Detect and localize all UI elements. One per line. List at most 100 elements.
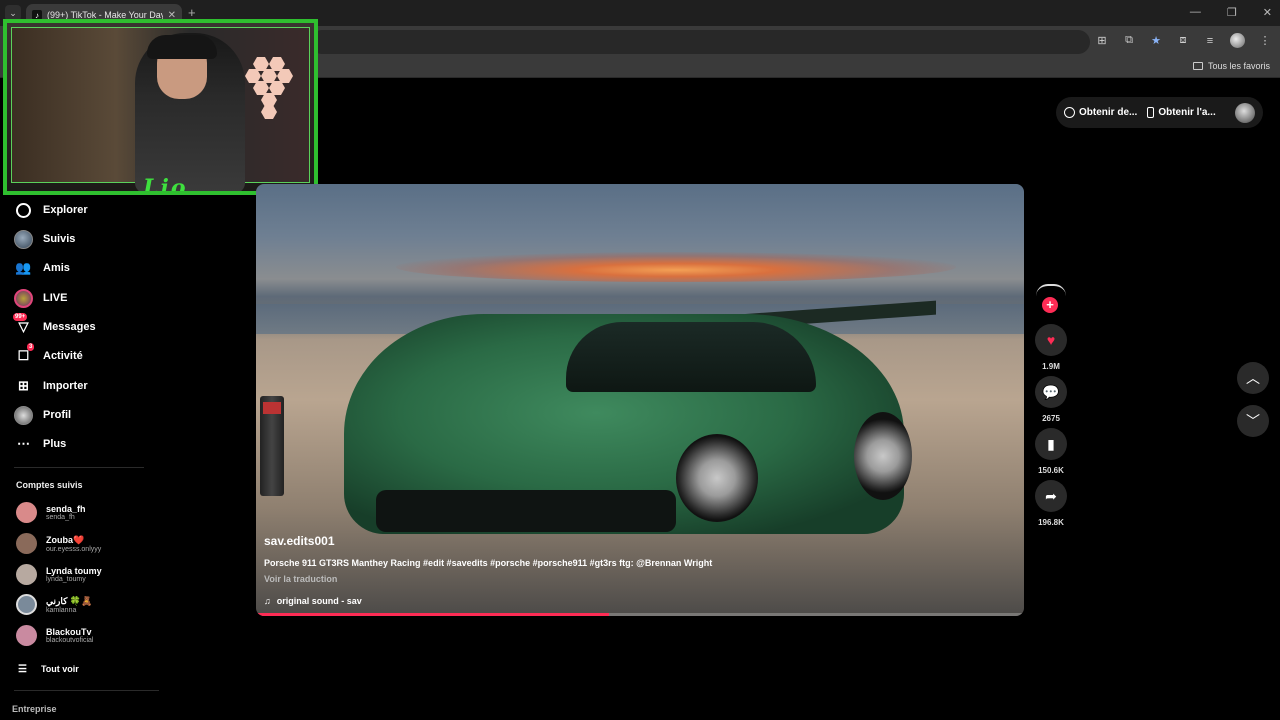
- activity-icon: ☐ 3: [17, 342, 35, 363]
- webcam-overlay: Lio: [3, 19, 318, 195]
- toolbar-icons: ⊞ ⧉ ★ ⧈ ≡ ⋮: [1095, 33, 1272, 48]
- following-section-title: Comptes suivis: [16, 480, 83, 490]
- media-control-icon[interactable]: ≡: [1203, 34, 1217, 48]
- extensions-icon[interactable]: ⧈: [1176, 34, 1190, 48]
- account-handle: kamlanna: [46, 606, 77, 614]
- sidebar-item-plus[interactable]: ⋯ Plus: [14, 434, 66, 454]
- share-count: 196.8K: [1038, 518, 1064, 527]
- following-account[interactable]: senda_fh senda_fh: [16, 502, 86, 523]
- comment-icon[interactable]: 💬: [1035, 376, 1067, 408]
- account-handle: blackoutvoficial: [46, 637, 94, 644]
- video-progress-bar[interactable]: [256, 613, 1024, 616]
- get-app-label: Obtenir l'a...: [1158, 107, 1216, 118]
- sidebar-item-label: LIVE: [43, 292, 68, 304]
- following-account[interactable]: كارني 🍀🧸 kamlanna: [16, 594, 92, 615]
- following-account[interactable]: Lynda toumy lynda_toumy: [16, 564, 102, 585]
- account-name: Zouba❤️: [46, 534, 85, 545]
- share-icon[interactable]: ➦: [1035, 480, 1067, 512]
- video-description: Porsche 911 GT3RS Manthey Racing #edit #…: [264, 558, 713, 568]
- rear-wheel: [854, 412, 912, 500]
- close-window-icon[interactable]: ✕: [1263, 6, 1272, 19]
- sidebar-item-profil[interactable]: Profil: [14, 405, 71, 425]
- sidebar-item-label: Plus: [43, 438, 67, 450]
- share-action[interactable]: ➦ 196.8K: [1034, 480, 1068, 527]
- music-note-icon: ♫: [264, 596, 271, 606]
- account-handle: our.eyesss.onlyyy: [46, 545, 102, 553]
- sidebar-item-label: Activité: [43, 350, 83, 362]
- user-avatar[interactable]: [1235, 102, 1255, 123]
- get-coins-button[interactable]: Obtenir de...: [1064, 107, 1137, 118]
- activity-badge: 3: [27, 342, 35, 351]
- coins-icon: [1064, 107, 1075, 118]
- address-bar[interactable]: [310, 30, 1090, 54]
- bookmark-star-icon[interactable]: ★: [1149, 34, 1163, 48]
- all-bookmarks-folder[interactable]: Tous les favoris: [1192, 61, 1270, 71]
- sidebar-item-activite[interactable]: ☐ 3 Activité: [14, 342, 83, 366]
- sidebar-item-label: Profil: [43, 409, 72, 421]
- bookmark-icon[interactable]: ▮: [1035, 428, 1067, 460]
- live-icon: [14, 288, 33, 308]
- header-actions: Obtenir de... Obtenir l'a...: [1056, 97, 1263, 128]
- streamer-cap: [147, 35, 217, 59]
- creator-avatar[interactable]: [1036, 284, 1066, 296]
- chevron-up-icon: ︿: [1246, 370, 1260, 386]
- get-app-button[interactable]: Obtenir l'a...: [1147, 107, 1216, 118]
- sidebar-item-label: Explorer: [43, 204, 88, 216]
- following-account[interactable]: BlackouTv blackoutvoficial: [16, 625, 93, 646]
- upload-icon: ⊞: [18, 378, 29, 393]
- account-name: Lynda toumy: [46, 566, 102, 576]
- front-wheel: [676, 434, 758, 522]
- translate-icon[interactable]: ⊞: [1095, 34, 1109, 48]
- new-tab-button[interactable]: +: [188, 5, 196, 20]
- video-player[interactable]: sav.edits001 Porsche 911 GT3RS Manthey R…: [256, 184, 1024, 616]
- friends-icon: 👥: [15, 260, 32, 275]
- barrier-post: [260, 396, 284, 496]
- like-count: 1.9M: [1042, 362, 1060, 371]
- save-action[interactable]: ▮ 150.6K: [1034, 428, 1068, 475]
- install-app-icon[interactable]: ⧉: [1122, 34, 1136, 48]
- sidebar-item-live[interactable]: LIVE: [14, 288, 67, 308]
- account-name: BlackouTv: [46, 627, 92, 637]
- list-icon: ☰: [18, 663, 27, 675]
- comment-count: 2675: [1042, 414, 1060, 423]
- window-controls: — ❐ ✕: [1190, 6, 1272, 19]
- like-action[interactable]: ♥ 1.9M: [1034, 324, 1068, 371]
- webcam-signature: Lio: [143, 175, 188, 195]
- avatar: [16, 625, 37, 646]
- sidebar-item-amis[interactable]: 👥 Amis: [14, 258, 70, 278]
- sidebar-item-explorer[interactable]: Explorer: [14, 200, 88, 220]
- translate-link[interactable]: Voir la traduction: [264, 574, 884, 584]
- heart-icon[interactable]: ♥: [1035, 324, 1067, 356]
- messages-icon: ▽ 99+: [13, 312, 29, 334]
- sidebar-item-label: Amis: [43, 262, 70, 274]
- video-username[interactable]: sav.edits001: [264, 534, 884, 548]
- following-account[interactable]: Zouba❤️ our.eyesss.onlyyy: [16, 533, 101, 554]
- messages-badge: 99+: [13, 312, 28, 321]
- sidebar-item-importer[interactable]: ⊞ Importer: [14, 376, 88, 396]
- video-sound[interactable]: ♫ original sound - sav: [264, 596, 884, 606]
- chevron-down-icon: ﹀: [1246, 413, 1260, 429]
- profile-avatar-icon: [14, 405, 33, 425]
- following-avatar-icon: [14, 229, 33, 249]
- see-all-label: Tout voir: [40, 664, 79, 674]
- avatar: [16, 594, 37, 615]
- account-name: كارني 🍀🧸: [46, 595, 93, 606]
- kebab-menu-icon[interactable]: ⋮: [1258, 34, 1272, 48]
- comment-action[interactable]: 💬 2675: [1034, 376, 1068, 423]
- previous-video-button[interactable]: ︿: [1237, 362, 1269, 394]
- profile-avatar-icon[interactable]: [1230, 33, 1245, 48]
- minimize-icon[interactable]: —: [1190, 6, 1201, 19]
- restore-icon[interactable]: ❐: [1227, 6, 1237, 19]
- avatar: [16, 502, 37, 523]
- next-video-button[interactable]: ﹀: [1237, 405, 1269, 437]
- sidebar-item-suivis[interactable]: Suivis: [14, 229, 75, 249]
- folder-icon: [1192, 62, 1203, 70]
- sidebar-divider: [14, 467, 144, 468]
- sidebar-divider: [14, 690, 159, 691]
- sound-label: original sound - sav: [276, 596, 362, 606]
- sidebar-item-messages[interactable]: ▽ 99+ Messages: [13, 312, 96, 337]
- follow-plus-icon[interactable]: +: [1042, 297, 1058, 313]
- footer-section-title[interactable]: Entreprise: [12, 704, 57, 714]
- see-all-button[interactable]: ☰ Tout voir: [18, 659, 79, 679]
- more-icon: ⋯: [17, 436, 30, 451]
